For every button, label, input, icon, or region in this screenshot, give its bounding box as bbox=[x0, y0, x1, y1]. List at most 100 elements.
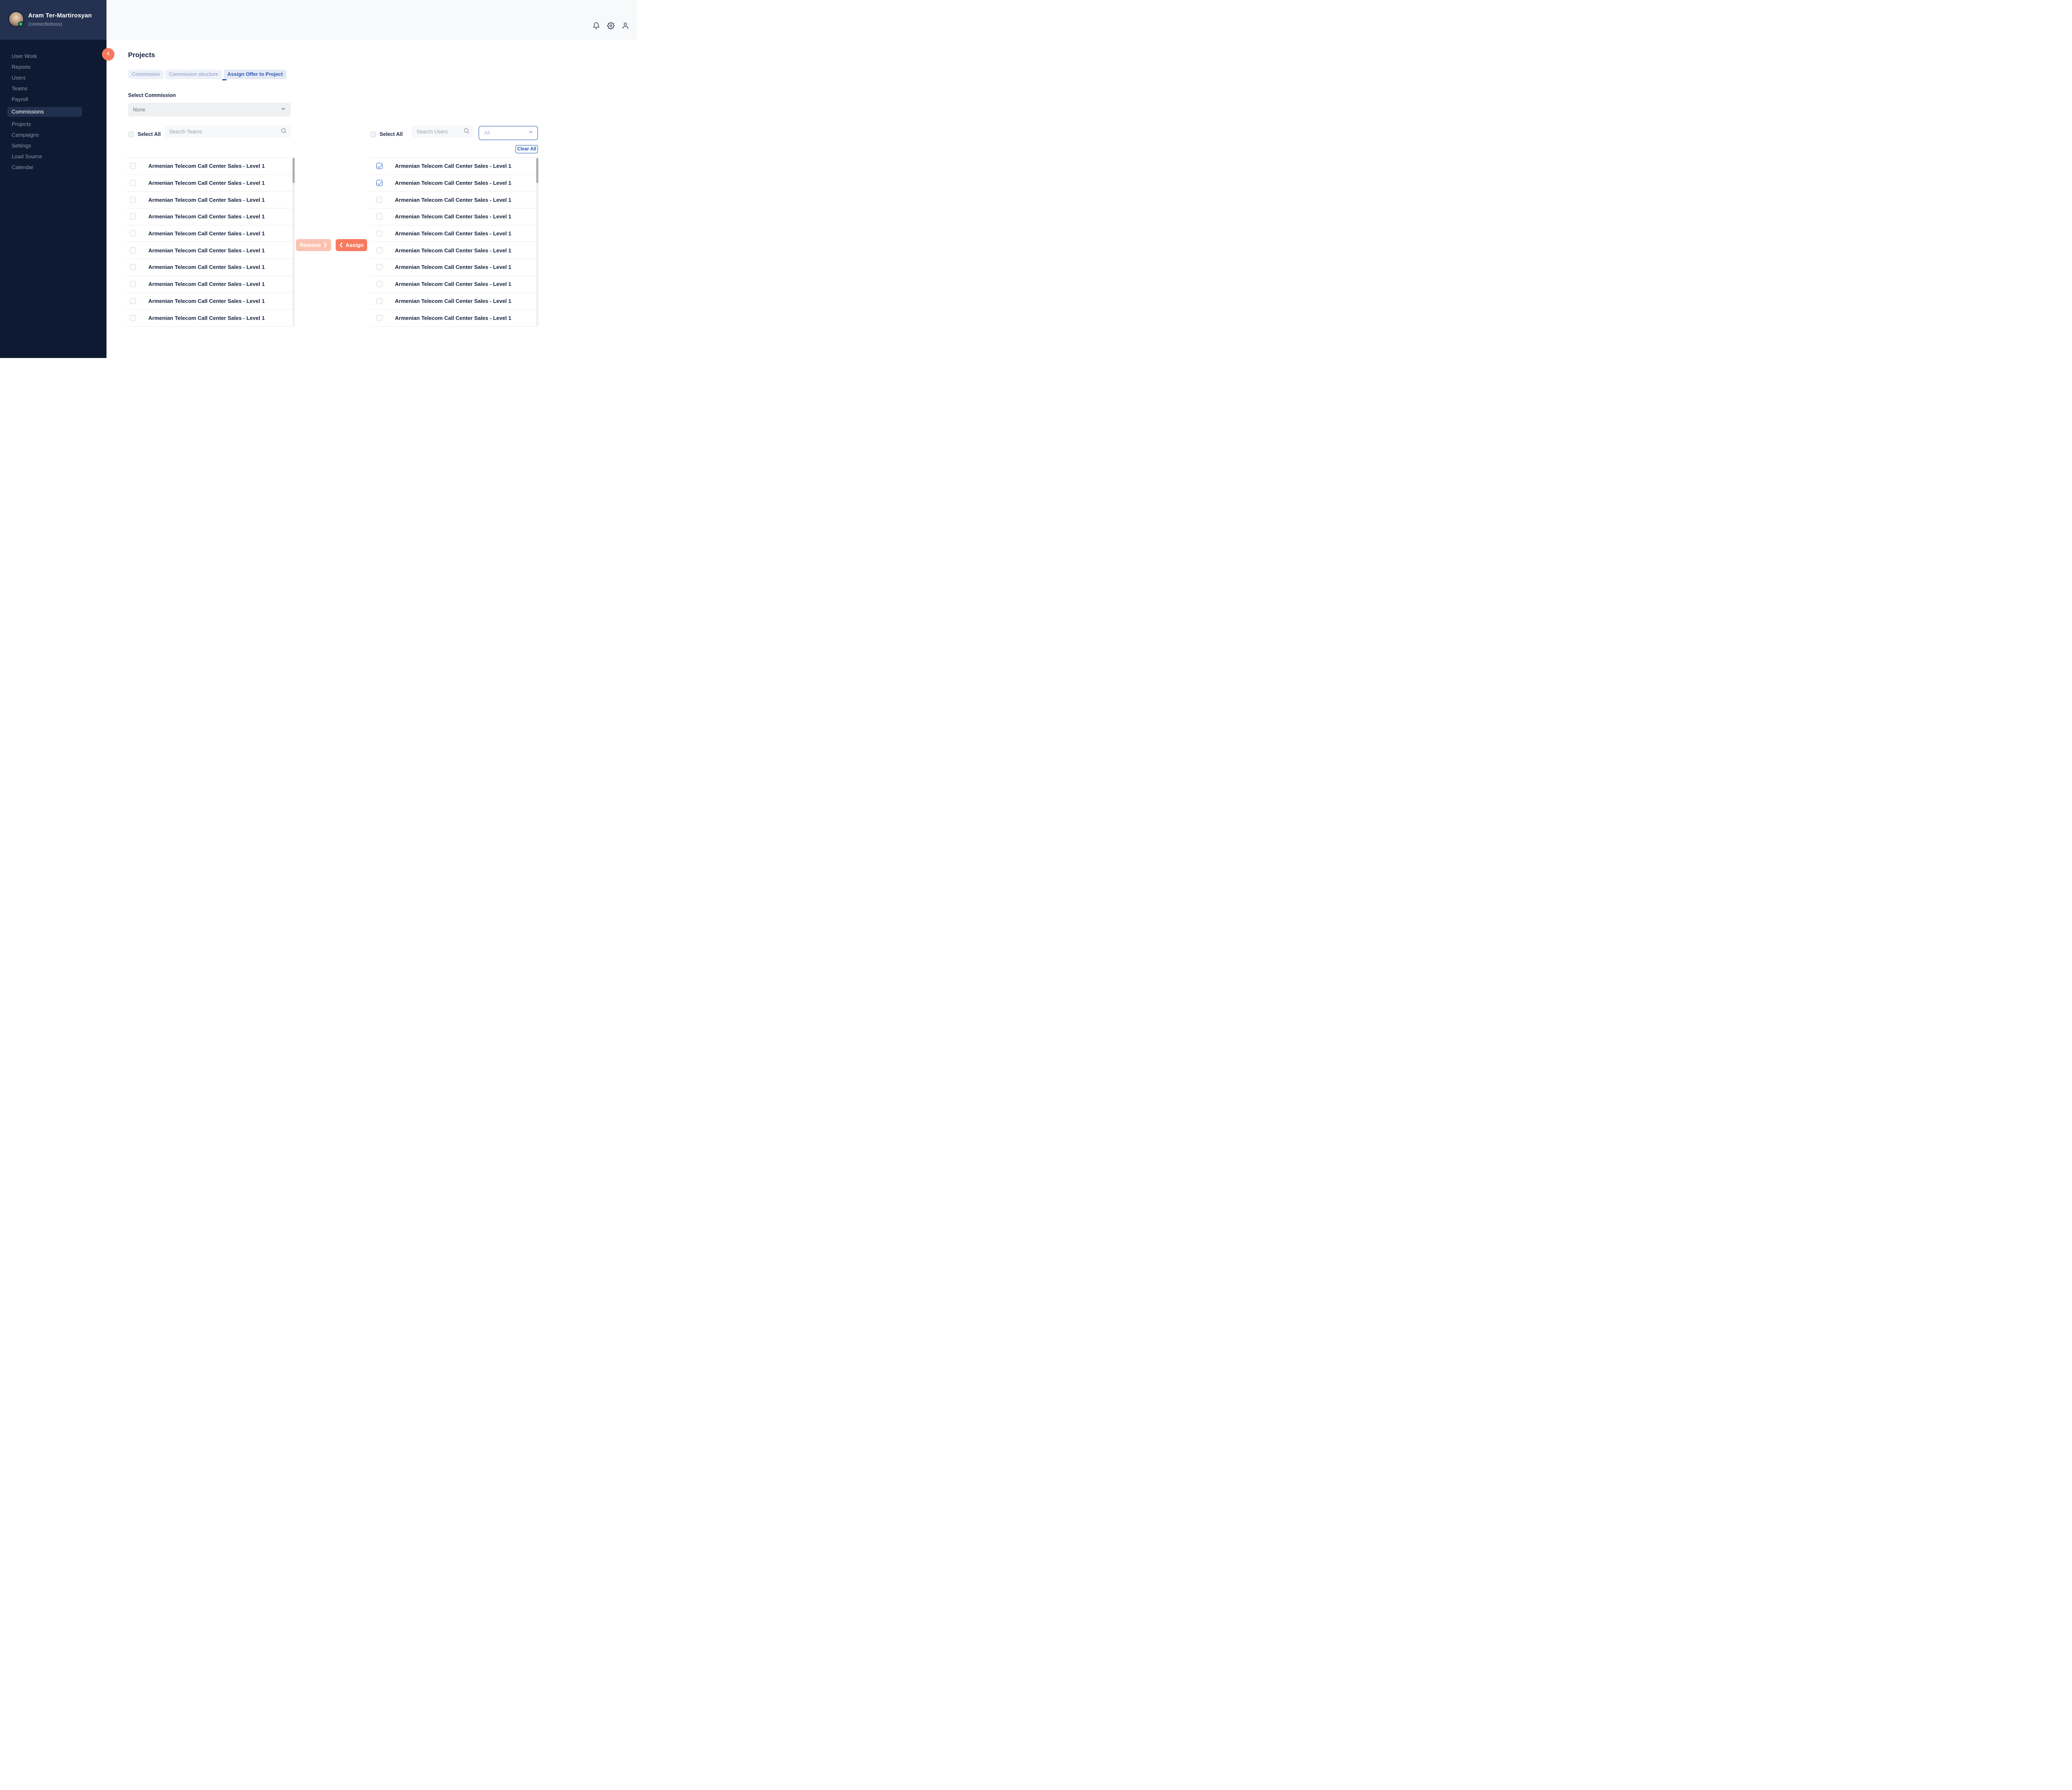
sidebar-nav-item[interactable]: Load Source bbox=[0, 151, 107, 162]
sidebar: Aram Ter-Martirosyan (connecttoboss) Use… bbox=[0, 0, 107, 358]
tab-commission[interactable]: Commission bbox=[128, 70, 164, 79]
sidebar-nav-item[interactable]: Users bbox=[0, 73, 107, 83]
teams-item-checkbox[interactable] bbox=[130, 230, 136, 237]
sidebar-collapse-button[interactable] bbox=[102, 48, 114, 60]
sidebar-nav-item-label: Projects bbox=[12, 121, 31, 127]
teams-item-checkbox[interactable] bbox=[130, 281, 136, 287]
sidebar-nav-item[interactable]: User Work bbox=[0, 51, 107, 62]
users-item-checkbox[interactable] bbox=[376, 298, 382, 304]
transfer-actions: Remove ❯ ❮ Assign bbox=[296, 239, 367, 251]
select-commission-dropdown[interactable]: None bbox=[128, 103, 291, 116]
teams-select-all-checkbox[interactable] bbox=[128, 132, 134, 137]
teams-list-item[interactable]: Armenian Telecom Call Center Sales - Lev… bbox=[126, 310, 294, 327]
topbar-icons bbox=[593, 22, 629, 29]
chevron-down-icon bbox=[528, 129, 533, 137]
users-list-item[interactable]: Armenian Telecom Call Center Sales - Lev… bbox=[370, 242, 538, 259]
teams-search[interactable] bbox=[164, 126, 291, 138]
users-list-item[interactable]: Armenian Telecom Call Center Sales - Lev… bbox=[370, 293, 538, 310]
chevron-down-icon bbox=[281, 106, 286, 114]
tab-assign-offer-to-project[interactable]: Assign Offer to Project bbox=[224, 70, 287, 79]
teams-item-checkbox[interactable] bbox=[130, 163, 136, 169]
bell-icon[interactable] bbox=[593, 22, 600, 29]
sidebar-nav-item-label: Campaigns bbox=[12, 132, 39, 138]
sidebar-nav-item[interactable]: Campaigns bbox=[0, 130, 107, 140]
user-profile-icon[interactable] bbox=[622, 22, 629, 29]
teams-list-item[interactable]: Armenian Telecom Call Center Sales - Lev… bbox=[126, 242, 294, 259]
teams-list-item[interactable]: Armenian Telecom Call Center Sales - Lev… bbox=[126, 276, 294, 293]
topbar bbox=[107, 0, 637, 40]
users-item-checkbox[interactable] bbox=[376, 264, 382, 270]
active-tab-indicator bbox=[222, 79, 227, 80]
users-item-label: Armenian Telecom Call Center Sales - Lev… bbox=[395, 180, 511, 186]
assign-button[interactable]: ❮ Assign bbox=[336, 239, 367, 251]
users-list-scrollbar[interactable] bbox=[536, 158, 538, 327]
sidebar-nav-item[interactable]: Commissions bbox=[7, 107, 82, 117]
sidebar-nav-item-label: Users bbox=[12, 75, 26, 81]
users-search-input[interactable] bbox=[416, 129, 463, 135]
sidebar-nav-item-label: Load Source bbox=[12, 153, 42, 160]
users-list-item[interactable]: Armenian Telecom Call Center Sales - Lev… bbox=[370, 225, 538, 242]
teams-list-item[interactable]: Armenian Telecom Call Center Sales - Lev… bbox=[126, 259, 294, 276]
teams-item-checkbox[interactable] bbox=[130, 180, 136, 186]
teams-list-item[interactable]: Armenian Telecom Call Center Sales - Lev… bbox=[126, 191, 294, 208]
remove-button[interactable]: Remove ❯ bbox=[296, 239, 331, 251]
sidebar-nav-item[interactable]: Projects bbox=[0, 119, 107, 130]
teams-list-item[interactable]: Armenian Telecom Call Center Sales - Lev… bbox=[126, 293, 294, 310]
clear-all-button[interactable]: Clear All bbox=[516, 145, 538, 153]
sidebar-nav-item[interactable]: Settings bbox=[0, 140, 107, 151]
online-status-dot bbox=[18, 22, 23, 27]
sidebar-nav-item[interactable]: Calendar bbox=[0, 162, 107, 173]
users-item-label: Armenian Telecom Call Center Sales - Lev… bbox=[395, 213, 511, 220]
users-item-checkbox[interactable] bbox=[376, 180, 382, 186]
teams-list-item[interactable]: Armenian Telecom Call Center Sales - Lev… bbox=[126, 158, 294, 175]
sidebar-nav-item[interactable]: Teams bbox=[0, 83, 107, 94]
users-item-label: Armenian Telecom Call Center Sales - Lev… bbox=[395, 315, 511, 321]
sidebar-nav-item-label: Calendar bbox=[12, 164, 34, 170]
users-list-item[interactable]: Armenian Telecom Call Center Sales - Lev… bbox=[370, 175, 538, 192]
gear-icon[interactable] bbox=[607, 22, 615, 29]
users-item-label: Armenian Telecom Call Center Sales - Lev… bbox=[395, 298, 511, 304]
users-list-item[interactable]: Armenian Telecom Call Center Sales - Lev… bbox=[370, 259, 538, 276]
tab-commission-structure[interactable]: Commission structure bbox=[165, 70, 222, 79]
teams-list-scrollbar[interactable] bbox=[293, 158, 295, 327]
user-name: Aram Ter-Martirosyan bbox=[28, 12, 92, 19]
users-item-checkbox[interactable] bbox=[376, 230, 382, 237]
sidebar-nav-item-label: Payroll bbox=[12, 96, 28, 102]
sidebar-nav-item[interactable]: Reports bbox=[0, 62, 107, 73]
teams-item-checkbox[interactable] bbox=[130, 247, 136, 254]
users-list-item[interactable]: Armenian Telecom Call Center Sales - Lev… bbox=[370, 208, 538, 225]
users-list-item[interactable]: Armenian Telecom Call Center Sales - Lev… bbox=[370, 158, 538, 175]
sidebar-user-card[interactable]: Aram Ter-Martirosyan (connecttoboss) bbox=[0, 0, 107, 40]
users-item-checkbox[interactable] bbox=[376, 197, 382, 203]
users-select-all-checkbox[interactable] bbox=[370, 132, 376, 137]
teams-header: Select All bbox=[128, 131, 161, 137]
users-item-checkbox[interactable] bbox=[376, 281, 382, 287]
teams-item-checkbox[interactable] bbox=[130, 197, 136, 203]
users-list-item[interactable]: Armenian Telecom Call Center Sales - Lev… bbox=[370, 310, 538, 327]
users-item-checkbox[interactable] bbox=[376, 163, 382, 169]
teams-item-checkbox[interactable] bbox=[130, 298, 136, 304]
users-item-checkbox[interactable] bbox=[376, 247, 382, 254]
users-filter-dropdown[interactable]: All bbox=[479, 126, 538, 140]
teams-item-checkbox[interactable] bbox=[130, 315, 136, 321]
teams-scrollbar-thumb[interactable] bbox=[293, 158, 295, 183]
teams-item-label: Armenian Telecom Call Center Sales - Lev… bbox=[148, 230, 265, 237]
users-item-label: Armenian Telecom Call Center Sales - Lev… bbox=[395, 163, 511, 169]
sidebar-nav-item-label: Reports bbox=[12, 64, 31, 70]
users-item-checkbox[interactable] bbox=[376, 213, 382, 220]
teams-item-checkbox[interactable] bbox=[130, 213, 136, 220]
teams-list-item[interactable]: Armenian Telecom Call Center Sales - Lev… bbox=[126, 208, 294, 225]
teams-search-input[interactable] bbox=[169, 129, 281, 135]
users-scrollbar-thumb[interactable] bbox=[536, 158, 538, 183]
users-item-checkbox[interactable] bbox=[376, 315, 382, 321]
sidebar-nav-item[interactable]: Payroll bbox=[0, 94, 107, 105]
teams-list-item[interactable]: Armenian Telecom Call Center Sales - Lev… bbox=[126, 175, 294, 192]
users-list-item[interactable]: Armenian Telecom Call Center Sales - Lev… bbox=[370, 191, 538, 208]
teams-list-item[interactable]: Armenian Telecom Call Center Sales - Lev… bbox=[126, 225, 294, 242]
teams-item-checkbox[interactable] bbox=[130, 264, 136, 270]
sidebar-nav-item-label: Settings bbox=[12, 143, 31, 149]
sidebar-nav-item-label: Teams bbox=[12, 85, 27, 92]
users-list: Armenian Telecom Call Center Sales - Lev… bbox=[370, 157, 538, 326]
users-search[interactable] bbox=[411, 126, 474, 138]
users-list-item[interactable]: Armenian Telecom Call Center Sales - Lev… bbox=[370, 276, 538, 293]
